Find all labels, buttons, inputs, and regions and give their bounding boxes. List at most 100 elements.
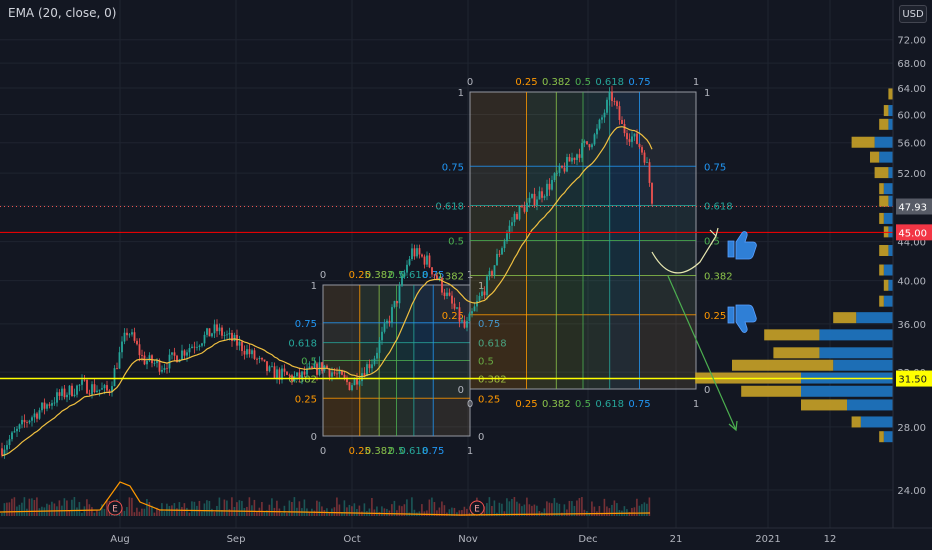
candle-body bbox=[433, 274, 436, 276]
volume-bar bbox=[141, 508, 143, 516]
candle-body bbox=[618, 106, 621, 121]
volume-profile-bar-gold bbox=[801, 399, 847, 411]
volume-bar bbox=[238, 500, 241, 516]
volume-bar bbox=[86, 499, 88, 516]
candle-body bbox=[371, 364, 373, 369]
volume-bar bbox=[241, 500, 243, 516]
volume-bar bbox=[488, 497, 491, 516]
candle-body bbox=[118, 352, 121, 369]
volume-bar bbox=[136, 507, 138, 516]
thumbs-down-icon bbox=[727, 304, 757, 333]
candle-body bbox=[533, 193, 536, 206]
candle-body bbox=[606, 99, 608, 113]
volume-bar bbox=[46, 503, 48, 516]
candle-body bbox=[333, 372, 336, 374]
volume-bar bbox=[58, 500, 61, 516]
volume-bar bbox=[286, 512, 288, 516]
volume-bar bbox=[281, 512, 283, 516]
volume-bar bbox=[291, 502, 293, 516]
volume-profile-bar-gold bbox=[879, 212, 884, 224]
candle-body bbox=[33, 413, 36, 418]
fib-y-label: 0.25 bbox=[704, 311, 726, 322]
candle-body bbox=[523, 206, 526, 212]
volume-profile-bar-blue bbox=[883, 431, 893, 443]
candle-body bbox=[8, 439, 11, 446]
price-label-text: 31.50 bbox=[898, 375, 927, 386]
candle-body bbox=[63, 388, 66, 398]
volume-profile-bar-gold bbox=[879, 244, 889, 256]
volume-profile-bar-blue bbox=[888, 105, 893, 117]
candle-body bbox=[153, 362, 156, 364]
candle-body bbox=[473, 306, 476, 312]
candle-body bbox=[273, 366, 276, 379]
volume-bar bbox=[553, 498, 556, 516]
candle-body bbox=[401, 276, 403, 286]
candle-body bbox=[571, 157, 573, 162]
fib-x-label: 0.75 bbox=[628, 399, 650, 410]
volume-bar bbox=[303, 499, 306, 516]
candle-body bbox=[651, 182, 653, 204]
volume-bar bbox=[353, 503, 356, 516]
candle-body bbox=[491, 271, 493, 276]
candle-body bbox=[368, 364, 371, 369]
candle-body bbox=[13, 431, 16, 433]
candle-body bbox=[238, 341, 241, 346]
candle-body bbox=[248, 349, 251, 355]
candle-body bbox=[411, 248, 413, 260]
volume-bar bbox=[486, 503, 488, 516]
volume-profile-bar-gold bbox=[874, 167, 889, 179]
candle-body bbox=[211, 333, 213, 337]
volume-profile-bar-blue bbox=[883, 264, 893, 276]
volume-bar bbox=[28, 498, 31, 516]
volume-pane: EE bbox=[1, 497, 651, 516]
candle-body bbox=[638, 143, 641, 148]
volume-bar bbox=[213, 511, 216, 516]
time-tick-label: Oct bbox=[343, 534, 360, 545]
volume-bar bbox=[198, 500, 201, 516]
fib-y-label: 0.75 bbox=[442, 162, 464, 173]
volume-bar bbox=[598, 506, 601, 516]
candle-body bbox=[563, 167, 566, 172]
volume-profile-bar-gold bbox=[888, 88, 893, 100]
candle-body bbox=[586, 141, 588, 145]
chart-canvas[interactable]: 000.250.250.3820.3820.50.50.6180.6180.75… bbox=[0, 0, 932, 550]
candle-body bbox=[58, 392, 61, 396]
volume-bar bbox=[188, 512, 191, 516]
candle-body bbox=[53, 402, 56, 404]
volume-bar bbox=[126, 506, 128, 516]
volume-bar bbox=[31, 498, 33, 516]
candle-body bbox=[98, 389, 101, 391]
candle-body bbox=[133, 332, 136, 341]
candle-body bbox=[131, 332, 133, 335]
candle-body bbox=[598, 119, 601, 129]
candle-body bbox=[331, 372, 333, 377]
volume-bar bbox=[26, 508, 28, 516]
price-tick-label: 40.00 bbox=[897, 277, 926, 288]
candle-body bbox=[521, 205, 523, 207]
candle-body bbox=[431, 267, 433, 275]
volume-bar bbox=[181, 507, 183, 516]
volume-bar bbox=[338, 504, 341, 516]
candle-body bbox=[81, 379, 83, 385]
volume-profile-bar-gold bbox=[879, 195, 889, 207]
volume-profile-bar-blue bbox=[888, 195, 893, 207]
candle-body bbox=[221, 327, 223, 336]
volume-bar bbox=[543, 508, 546, 516]
candle-body bbox=[226, 334, 228, 336]
fib-y-label: 0 bbox=[458, 385, 464, 396]
candle-body bbox=[453, 303, 456, 309]
candle-body bbox=[591, 144, 593, 148]
volume-bar bbox=[68, 510, 71, 516]
volume-bar bbox=[76, 507, 78, 516]
candle-body bbox=[613, 101, 616, 102]
volume-bar bbox=[206, 500, 208, 516]
indicator-legend[interactable]: EMA (20, close, 0) bbox=[8, 6, 116, 20]
candle-body bbox=[186, 352, 188, 356]
volume-bar bbox=[381, 506, 383, 516]
candle-body bbox=[348, 382, 351, 391]
currency-button[interactable]: USD bbox=[899, 5, 927, 23]
candle-body bbox=[96, 390, 98, 393]
candle-body bbox=[486, 276, 488, 296]
time-tick-label: 21 bbox=[670, 534, 683, 545]
volume-bar bbox=[268, 504, 271, 516]
